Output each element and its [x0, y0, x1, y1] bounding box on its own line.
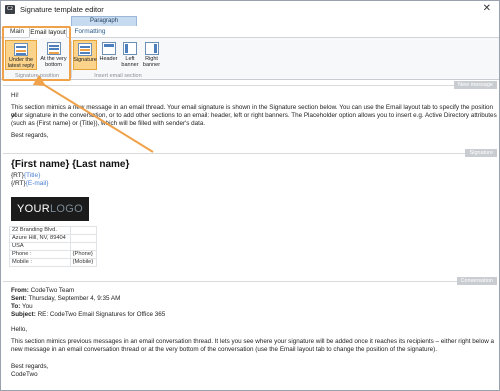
email-placeholder: {E-mail} [25, 180, 49, 187]
header-section-label: Header [99, 56, 118, 62]
new-message-body-line: your signature in the conversation, or t… [11, 112, 497, 119]
rt-end-marker: {/RT} [11, 180, 26, 187]
address-table: 22 Branding Blvd. Azure Hill, NV, 89404 … [9, 226, 98, 267]
header-section-button[interactable]: Header [98, 40, 119, 70]
title-placeholder: {Title} [23, 172, 41, 179]
address-cell[interactable]: 22 Branding Blvd. [9, 226, 71, 235]
conversation-section-label: Conversation [456, 277, 497, 285]
address-cell[interactable]: Azure Hill, NV, 89404 [9, 234, 71, 243]
signature-title-line[interactable]: {RT}{Title} [11, 172, 40, 179]
new-message-section-label: New message [454, 81, 497, 89]
left-banner-button[interactable]: Left banner [120, 40, 140, 70]
tab-formatting[interactable]: Formatting [72, 27, 108, 38]
context-tab-paragraph[interactable]: Paragraph [71, 16, 137, 26]
table-row: 22 Branding Blvd. [9, 226, 98, 235]
to-line: To: You [11, 303, 33, 310]
group-insert-email-section: Signature Header Left banner Right banne… [73, 38, 163, 80]
phone-placeholder-cell[interactable]: {Phone} [69, 250, 98, 259]
address-cell[interactable] [69, 226, 98, 235]
from-line: From: CodeTwo Team [11, 287, 75, 294]
table-row: Phone : {Phone} [9, 250, 98, 259]
signature-section-icon [78, 43, 92, 56]
ribbon: Under the latest reply At the very botto… [1, 38, 499, 80]
right-banner-icon [144, 42, 159, 55]
editor-window: C2 Signature template editor ✕ Paragraph… [0, 0, 500, 391]
signature-email-line[interactable]: {/RT}{E-mail} [11, 180, 48, 187]
ribbon-separator [71, 41, 72, 78]
title-bar: C2 Signature template editor ✕ [1, 1, 499, 17]
table-row: Azure Hill, NV, 89404 [9, 234, 98, 243]
rt-marker: {RT} [11, 172, 24, 179]
section-divider [3, 85, 497, 86]
mobile-placeholder-cell[interactable]: {Mobile} [69, 258, 98, 267]
section-divider [3, 153, 497, 154]
insert-email-section-group-label: Insert email section [94, 73, 142, 79]
signature-section-label-tag: Signature [465, 149, 497, 157]
email-preview: New message Hi! This section mimics a ne… [3, 81, 497, 389]
conversation-body-line: This section mimics previous messages in… [11, 338, 495, 345]
conversation-body-line: new message in an email conversation thr… [11, 346, 437, 353]
callout-highlight-box [2, 26, 71, 81]
signature-section-button[interactable]: Signature [73, 40, 97, 70]
company-logo[interactable]: YOUR LOGO [11, 197, 89, 221]
ribbon-tabs: Main Email layout Formatting [1, 26, 499, 38]
subject-line: Subject: RE: CodeTwo Email Signatures fo… [11, 311, 166, 318]
address-cell[interactable] [69, 242, 98, 251]
conversation-sign-off: CodeTwo [11, 371, 38, 378]
close-icon[interactable]: ✕ [483, 3, 491, 14]
window-title: Signature template editor [20, 4, 104, 14]
signature-section-label: Signature [73, 57, 97, 63]
conversation-closing: Best regards, [11, 363, 49, 370]
header-section-icon [101, 42, 116, 55]
logo-text-your: YOUR [17, 203, 50, 215]
table-row: USA [9, 242, 98, 251]
logo-text-logo: LOGO [49, 203, 83, 215]
mobile-label-cell[interactable]: Mobile : [9, 258, 71, 267]
new-message-greeting: Hi! [11, 92, 19, 99]
section-divider [3, 281, 497, 282]
new-message-body-line: (such as {First name} or {Title}), which… [11, 120, 206, 127]
table-row: Mobile : {Mobile} [9, 258, 98, 267]
app-icon: C2 [5, 4, 15, 14]
left-banner-icon [123, 42, 137, 55]
phone-label-cell[interactable]: Phone : [9, 250, 71, 259]
address-cell[interactable] [69, 234, 98, 243]
right-banner-button[interactable]: Right banner [141, 40, 162, 70]
left-banner-label: Left banner [121, 56, 139, 68]
address-cell[interactable]: USA [9, 242, 71, 251]
signature-name-placeholder[interactable]: {First name} {Last name} [11, 159, 129, 170]
sent-line: Sent: Thursday, September 4, 9:35 AM [11, 295, 121, 302]
conversation-greeting: Hello, [11, 326, 28, 333]
new-message-closing: Best regards, [11, 132, 49, 139]
right-banner-label: Right banner [142, 56, 161, 68]
